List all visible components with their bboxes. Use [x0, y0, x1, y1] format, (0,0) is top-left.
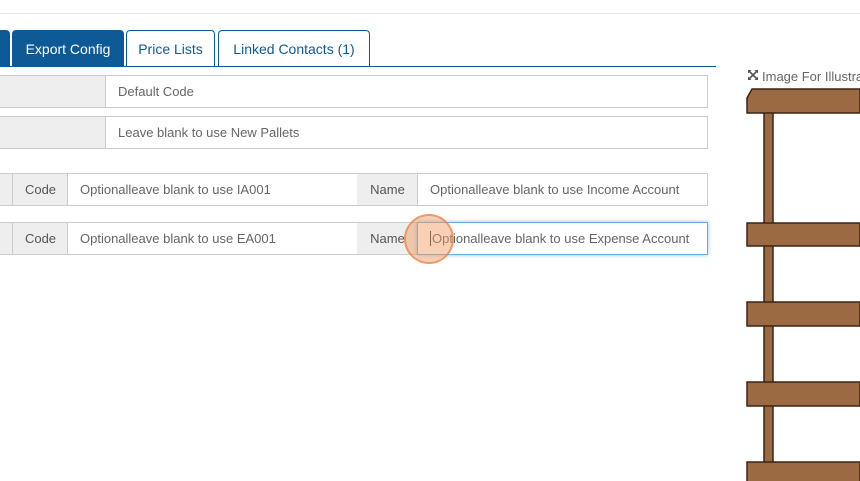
- income-name-input[interactable]: Optionalleave blank to use Income Accoun…: [417, 173, 708, 206]
- income-code-label: Code: [12, 173, 68, 206]
- shelf-board: [746, 222, 860, 247]
- shelf-board-top: [746, 88, 860, 114]
- expand-icon[interactable]: [747, 69, 759, 84]
- shelf-board: [746, 461, 860, 481]
- text-caret: [430, 231, 431, 246]
- shelf-board: [746, 301, 860, 327]
- default-code-addon: [0, 75, 106, 108]
- tab-export-config[interactable]: Export Config: [12, 30, 124, 67]
- top-divider: [0, 13, 860, 14]
- tab-price-lists[interactable]: Price Lists: [126, 30, 215, 67]
- pallets-addon: [0, 116, 106, 149]
- expense-name-input[interactable]: Optionalleave blank to use Expense Accou…: [417, 222, 708, 255]
- expense-code-input[interactable]: Optionalleave blank to use EA001: [67, 222, 358, 255]
- income-code-input[interactable]: Optionalleave blank to use IA001: [67, 173, 358, 206]
- default-code-input[interactable]: Default Code: [105, 75, 708, 108]
- tab-hidden-left[interactable]: [0, 30, 10, 67]
- illustration-label-text: Image For Illustra: [762, 69, 860, 84]
- shelf-board: [746, 381, 860, 407]
- tabs-underline: [0, 66, 716, 67]
- tab-linked-contacts[interactable]: Linked Contacts (1): [218, 30, 370, 67]
- expense-name-label: Name: [357, 222, 418, 255]
- shelf-upright: [763, 105, 774, 467]
- expense-name-placeholder: Optionalleave blank to use Expense Accou…: [432, 231, 690, 246]
- pallet-racking-image: [746, 88, 860, 481]
- income-name-label: Name: [357, 173, 418, 206]
- illustration-label[interactable]: Image For Illustra: [747, 69, 860, 84]
- expense-code-label: Code: [12, 222, 68, 255]
- pallets-input[interactable]: Leave blank to use New Pallets: [105, 116, 708, 149]
